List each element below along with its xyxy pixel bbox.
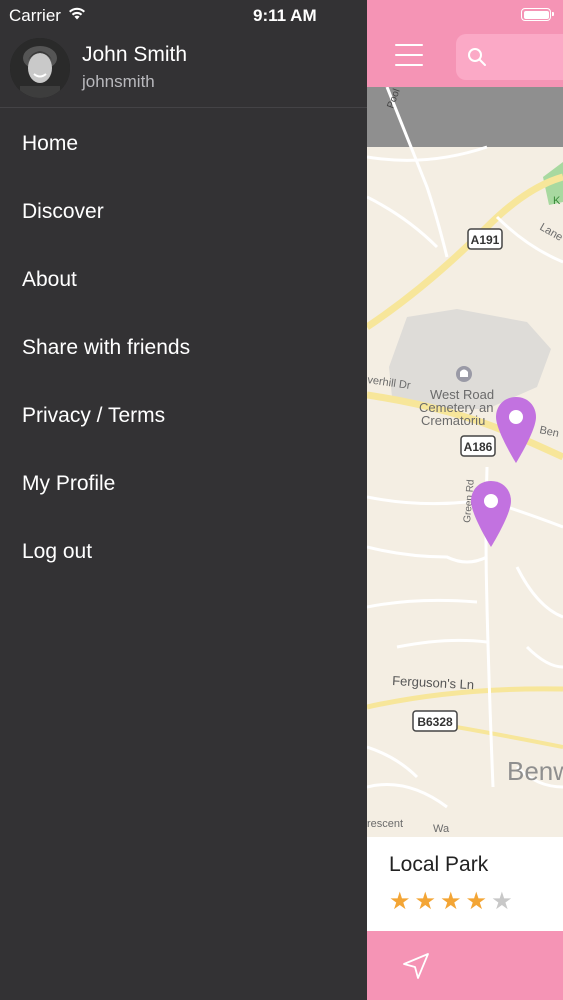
status-bar: Carrier 9:11 AM	[0, 0, 563, 30]
avatar[interactable]	[10, 38, 70, 98]
carrier-label: Carrier	[9, 6, 61, 25]
map-label-benw: Benw	[507, 756, 563, 786]
drawer-menu: Home Discover About Share with friends P…	[0, 110, 367, 586]
menu-item-about[interactable]: About	[0, 246, 367, 314]
search-bar[interactable]	[456, 34, 563, 80]
side-drawer: John Smith johnsmith Home Discover About…	[0, 0, 367, 1000]
profile-header[interactable]: John Smith johnsmith	[0, 30, 367, 108]
profile-username: johnsmith	[82, 72, 155, 91]
star-empty-icon: ★	[491, 888, 513, 915]
hamburger-icon[interactable]	[395, 44, 423, 66]
battery-icon	[521, 8, 554, 21]
map-label-wa: Wa	[433, 823, 450, 835]
road-label-a186: A186	[464, 440, 493, 454]
map-screen: A191 A186 B6328 West Road Cemetery an Cr…	[367, 0, 563, 1000]
place-title: Local Park	[389, 853, 489, 876]
place-card[interactable]: Local Park ★ ★ ★ ★ ★	[367, 837, 563, 931]
star-icon: ★	[389, 888, 411, 915]
clock: 9:11 AM	[253, 6, 317, 25]
menu-item-home[interactable]: Home	[0, 110, 367, 178]
menu-item-my-profile[interactable]: My Profile	[0, 450, 367, 518]
menu-item-discover[interactable]: Discover	[0, 178, 367, 246]
search-icon	[468, 48, 486, 66]
wifi-icon	[67, 5, 87, 26]
map-label-k: K	[553, 195, 561, 207]
rating-stars: ★ ★ ★ ★ ★	[389, 890, 513, 914]
navigation-arrow-icon[interactable]	[401, 951, 431, 981]
star-icon: ★	[414, 888, 437, 915]
star-icon: ★	[440, 888, 462, 915]
map-label-cemetery-3: Crematoriu	[421, 413, 485, 428]
star-icon: ★	[465, 888, 488, 915]
map-view[interactable]: A191 A186 B6328 West Road Cemetery an Cr…	[367, 86, 563, 837]
menu-item-privacy-terms[interactable]: Privacy / Terms	[0, 382, 367, 450]
road-label-a191: A191	[471, 233, 500, 247]
menu-item-share[interactable]: Share with friends	[0, 314, 367, 382]
road-label-b6328: B6328	[417, 715, 453, 729]
map-label-crescent: rescent	[367, 818, 403, 830]
bottom-bar	[367, 931, 563, 1000]
menu-item-log-out[interactable]: Log out	[0, 518, 367, 586]
profile-name: John Smith	[82, 43, 188, 66]
